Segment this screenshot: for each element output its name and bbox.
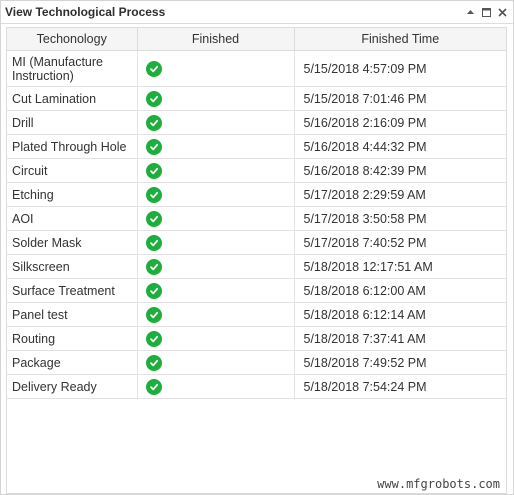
watermark: www.mfgrobots.com xyxy=(374,476,503,492)
cell-finished-time: 5/18/2018 6:12:00 AM xyxy=(294,278,506,303)
check-icon xyxy=(145,162,162,179)
process-table: Techonology Finished Finished Time MI (M… xyxy=(7,28,506,399)
cell-finished-time: 5/18/2018 7:54:24 PM xyxy=(294,374,506,399)
process-grid: Techonology Finished Finished Time MI (M… xyxy=(6,27,507,494)
cell-finished-time: 5/18/2018 6:12:14 AM xyxy=(294,302,506,327)
cell-finished xyxy=(137,230,295,255)
panel-title: View Technological Process xyxy=(5,5,166,19)
cell-finished xyxy=(137,254,295,279)
check-icon xyxy=(145,90,162,107)
cell-technology: Delivery Ready xyxy=(7,374,138,399)
cell-technology: Circuit xyxy=(7,158,138,183)
table-row[interactable]: Panel test 5/18/2018 6:12:14 AM xyxy=(7,302,506,327)
table-header-row: Techonology Finished Finished Time xyxy=(7,28,506,51)
cell-finished xyxy=(137,134,295,159)
cell-finished xyxy=(137,278,295,303)
cell-finished-time: 5/18/2018 7:49:52 PM xyxy=(294,350,506,375)
check-icon xyxy=(145,60,162,77)
cell-technology: Solder Mask xyxy=(7,230,138,255)
table-row[interactable]: Plated Through Hole 5/16/2018 4:44:32 PM xyxy=(7,134,506,159)
check-icon xyxy=(145,282,162,299)
table-row[interactable]: Routing 5/18/2018 7:37:41 AM xyxy=(7,326,506,351)
cell-technology: Drill xyxy=(7,110,138,135)
cell-technology: Etching xyxy=(7,182,138,207)
cell-technology: AOI xyxy=(7,206,138,231)
cell-finished xyxy=(137,86,295,111)
cell-finished xyxy=(137,50,295,87)
cell-finished-time: 5/18/2018 7:37:41 AM xyxy=(294,326,506,351)
technological-process-panel: View Technological Process Techonology F… xyxy=(0,0,514,495)
check-icon xyxy=(145,354,162,371)
column-header-finished[interactable]: Finished xyxy=(137,28,295,51)
cell-finished xyxy=(137,326,295,351)
cell-finished-time: 5/16/2018 8:42:39 PM xyxy=(294,158,506,183)
table-row[interactable]: MI (Manufacture Instruction) 5/15/2018 4:… xyxy=(7,50,506,87)
cell-finished xyxy=(137,206,295,231)
cell-technology: Surface Treatment xyxy=(7,278,138,303)
column-header-finished-time[interactable]: Finished Time xyxy=(294,28,506,51)
column-header-technology[interactable]: Techonology xyxy=(7,28,138,51)
panel-titlebar: View Technological Process xyxy=(1,1,513,24)
check-icon xyxy=(145,186,162,203)
table-row[interactable]: Solder Mask 5/17/2018 7:40:52 PM xyxy=(7,230,506,255)
cell-technology: Silkscreen xyxy=(7,254,138,279)
cell-technology: Cut Lamination xyxy=(7,86,138,111)
cell-finished xyxy=(137,110,295,135)
check-icon xyxy=(145,378,162,395)
cell-finished xyxy=(137,350,295,375)
check-icon xyxy=(145,258,162,275)
check-icon xyxy=(145,210,162,227)
check-icon xyxy=(145,234,162,251)
table-row[interactable]: Package 5/18/2018 7:49:52 PM xyxy=(7,350,506,375)
table-row[interactable]: Surface Treatment 5/18/2018 6:12:00 AM xyxy=(7,278,506,303)
check-icon xyxy=(145,114,162,131)
cell-finished-time: 5/15/2018 4:57:09 PM xyxy=(294,50,506,87)
table-row[interactable]: Silkscreen 5/18/2018 12:17:51 AM xyxy=(7,254,506,279)
cell-technology: MI (Manufacture Instruction) xyxy=(7,50,138,87)
cell-technology: Panel test xyxy=(7,302,138,327)
check-icon xyxy=(145,138,162,155)
table-row[interactable]: AOI 5/17/2018 3:50:58 PM xyxy=(7,206,506,231)
table-row[interactable]: Circuit 5/16/2018 8:42:39 PM xyxy=(7,158,506,183)
table-row[interactable]: Cut Lamination 5/15/2018 7:01:46 PM xyxy=(7,86,506,111)
close-icon[interactable] xyxy=(497,7,507,17)
cell-finished-time: 5/17/2018 3:50:58 PM xyxy=(294,206,506,231)
cell-finished-time: 5/15/2018 7:01:46 PM xyxy=(294,86,506,111)
cell-finished xyxy=(137,182,295,207)
maximize-icon[interactable] xyxy=(481,7,491,17)
table-row[interactable]: Etching 5/17/2018 2:29:59 AM xyxy=(7,182,506,207)
cell-technology: Package xyxy=(7,350,138,375)
window-controls xyxy=(465,7,507,17)
cell-finished-time: 5/16/2018 2:16:09 PM xyxy=(294,110,506,135)
cell-finished xyxy=(137,302,295,327)
cell-finished-time: 5/18/2018 12:17:51 AM xyxy=(294,254,506,279)
check-icon xyxy=(145,330,162,347)
table-row[interactable]: Delivery Ready 5/18/2018 7:54:24 PM xyxy=(7,374,506,399)
table-row[interactable]: Drill 5/16/2018 2:16:09 PM xyxy=(7,110,506,135)
check-icon xyxy=(145,306,162,323)
cell-finished-time: 5/17/2018 2:29:59 AM xyxy=(294,182,506,207)
cell-technology: Plated Through Hole xyxy=(7,134,138,159)
cell-finished xyxy=(137,158,295,183)
cell-finished-time: 5/16/2018 4:44:32 PM xyxy=(294,134,506,159)
cell-finished xyxy=(137,374,295,399)
cell-finished-time: 5/17/2018 7:40:52 PM xyxy=(294,230,506,255)
cell-technology: Routing xyxy=(7,326,138,351)
pin-icon[interactable] xyxy=(465,7,475,17)
table-body: MI (Manufacture Instruction) 5/15/2018 4:… xyxy=(7,50,506,399)
